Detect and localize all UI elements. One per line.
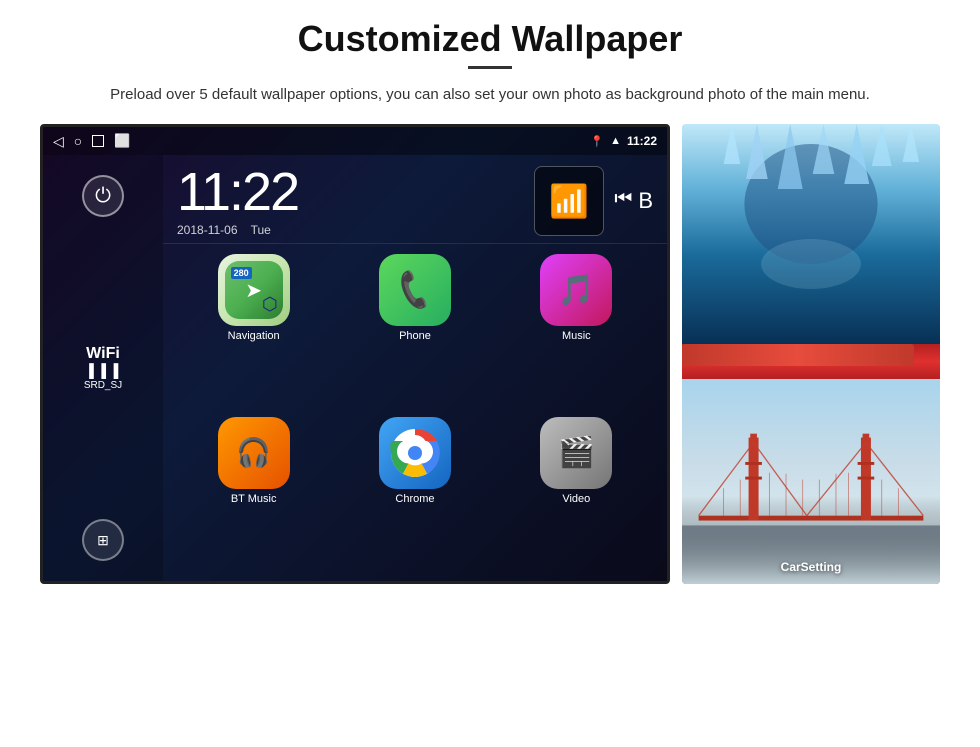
- content-area: ◁ ○ ⬜ 📍 ▲ 11:22 ⏻: [40, 124, 940, 584]
- video-icon: 🎬: [540, 417, 612, 489]
- location-icon: 📍: [590, 135, 604, 148]
- carsetting-overlay: CarSetting: [682, 558, 940, 576]
- screenshot-icon: ⬜: [114, 133, 130, 149]
- page-wrapper: Customized Wallpaper Preload over 5 defa…: [0, 0, 980, 747]
- status-left: ◁ ○ ⬜: [53, 133, 130, 150]
- status-right: 📍 ▲ 11:22: [590, 134, 657, 148]
- clock-time: 11:22: [177, 165, 298, 219]
- mid-bar-inner: [682, 344, 914, 366]
- music-label: Music: [562, 330, 591, 342]
- android-center: 11:22 2018-11-06 Tue 📶: [163, 155, 667, 581]
- power-icon: ⏻: [95, 185, 111, 208]
- status-time: 11:22: [627, 134, 657, 148]
- chrome-icon: [379, 417, 451, 489]
- android-main: ⏻ WiFi ▐▐▐ SRD_SJ ⊞: [43, 155, 667, 581]
- clock-right: 📶 ⏮ B: [534, 166, 653, 236]
- prev-track-icon[interactable]: ⏮: [614, 188, 632, 214]
- clock-block: 11:22 2018-11-06 Tue: [177, 165, 298, 237]
- clock-date: 2018-11-06 Tue: [177, 223, 298, 237]
- app-item-phone[interactable]: 📞 Phone: [338, 254, 491, 409]
- bt-music-label: BT Music: [231, 493, 277, 505]
- phone-symbol: 📞: [391, 267, 438, 313]
- carsetting-label: CarSetting: [781, 560, 842, 574]
- wallpaper-container: CarSetting: [682, 124, 940, 584]
- bt-music-icon: 🎧: [218, 417, 290, 489]
- map-badge: 280: [231, 267, 252, 279]
- home-icon[interactable]: ○: [74, 133, 82, 149]
- wifi-bars: ▐▐▐: [84, 363, 122, 378]
- clock-area: 11:22 2018-11-06 Tue 📶: [163, 155, 667, 244]
- clapper-icon: 🎬: [558, 435, 595, 470]
- bridge-svg: [682, 379, 940, 584]
- power-button[interactable]: ⏻: [82, 175, 124, 217]
- phone-icon: 📞: [379, 254, 451, 326]
- wallpaper-golden-gate[interactable]: CarSetting: [682, 379, 940, 584]
- signal-widget: 📶: [534, 166, 604, 236]
- bluetooth-icon: 🎧: [236, 436, 271, 469]
- app-grid: 280 ➤ ⬡ Navigation 📞: [163, 244, 667, 581]
- app-item-music[interactable]: 🎵 Music: [500, 254, 653, 409]
- title-divider: [468, 66, 512, 69]
- navigation-icon: 280 ➤ ⬡: [218, 254, 290, 326]
- status-bar: ◁ ○ ⬜ 📍 ▲ 11:22: [43, 127, 667, 155]
- app-item-bt-music[interactable]: 🎧 BT Music: [177, 417, 330, 572]
- wifi-ssid: SRD_SJ: [84, 380, 122, 391]
- video-label: Video: [562, 493, 590, 505]
- chrome-svg: [389, 427, 441, 479]
- navigation-label: Navigation: [228, 330, 280, 342]
- recents-icon[interactable]: [92, 135, 104, 147]
- phone-label: Phone: [399, 330, 431, 342]
- map-compass: ⬡: [262, 294, 278, 315]
- signal-icon: 📶: [549, 182, 589, 220]
- next-label-icon: B: [638, 188, 653, 214]
- back-nav-icon[interactable]: ◁: [53, 133, 64, 150]
- media-icons: ⏮ B: [614, 188, 653, 214]
- android-screen: ◁ ○ ⬜ 📍 ▲ 11:22 ⏻: [40, 124, 670, 584]
- app-item-navigation[interactable]: 280 ➤ ⬡ Navigation: [177, 254, 330, 409]
- music-note-icon: 🎵: [558, 273, 595, 308]
- apps-grid-button[interactable]: ⊞: [82, 519, 124, 561]
- android-sidebar: ⏻ WiFi ▐▐▐ SRD_SJ ⊞: [43, 155, 163, 581]
- wifi-label: WiFi: [84, 345, 122, 363]
- app-item-chrome[interactable]: Chrome: [338, 417, 491, 572]
- music-icon: 🎵: [540, 254, 612, 326]
- page-title: Customized Wallpaper: [298, 18, 683, 60]
- wifi-icon: ▲: [610, 135, 621, 147]
- grid-icon: ⊞: [97, 532, 109, 549]
- map-arrow: ➤: [245, 278, 262, 303]
- wifi-info: WiFi ▐▐▐ SRD_SJ: [84, 345, 122, 391]
- app-item-video[interactable]: 🎬 Video: [500, 417, 653, 572]
- ice-svg: [682, 124, 940, 344]
- wallpaper-blue-ice[interactable]: [682, 124, 940, 344]
- page-subtitle: Preload over 5 default wallpaper options…: [110, 83, 870, 106]
- wallpaper-mid-bar: [682, 344, 940, 379]
- chrome-label: Chrome: [395, 493, 434, 505]
